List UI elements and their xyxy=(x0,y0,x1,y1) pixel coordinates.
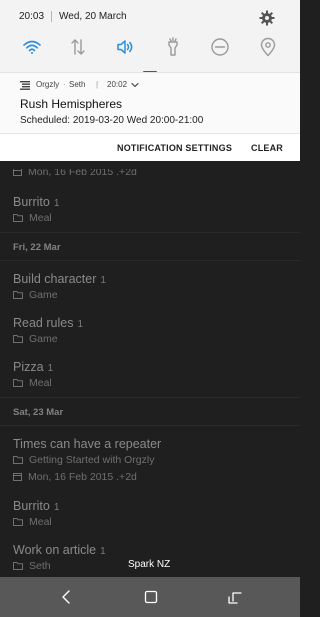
notification-app-name: Orgzly xyxy=(36,80,60,89)
clear-button[interactable]: CLEAR xyxy=(251,143,283,153)
divider xyxy=(0,232,300,233)
orgzly-notification[interactable]: Orgzly · Seth | 20:02 Rush Hemispheres S… xyxy=(0,72,300,133)
item-count: 1 xyxy=(100,275,106,286)
wifi-icon[interactable] xyxy=(22,37,42,57)
day-header: Sat, 23 Mar xyxy=(13,407,64,418)
notification-actions: NOTIFICATION SETTINGS CLEAR xyxy=(0,133,300,161)
item-book: Game xyxy=(13,333,58,345)
folder-icon xyxy=(13,291,23,299)
agenda-list: Mon, 16 Feb 2015 .+2d Burrito 1 Meal Fri,… xyxy=(0,169,300,577)
chevron-down-icon[interactable] xyxy=(131,82,139,88)
list-item-meta: Mon, 16 Feb 2015 .+2d xyxy=(13,169,137,178)
orgzly-app-icon xyxy=(20,81,30,90)
book-name: Meal xyxy=(29,516,52,528)
item-count: 1 xyxy=(100,546,106,557)
list-item[interactable]: Burrito 1 xyxy=(13,497,59,515)
status-row: 20:03 Wed, 20 March xyxy=(0,0,300,34)
list-item[interactable]: Burrito 1 xyxy=(13,193,59,211)
folder-icon xyxy=(13,456,23,464)
notification-time: 20:02 xyxy=(107,80,128,89)
item-count: 1 xyxy=(53,502,60,513)
item-title: Times can have a repeater xyxy=(13,437,162,451)
list-item[interactable]: Work on article 1 xyxy=(13,541,106,559)
notification-account: Seth xyxy=(69,80,86,89)
flashlight-icon[interactable] xyxy=(163,37,183,57)
notification-shade: 20:03 Wed, 20 March Orgzly · Seth | 20:0… xyxy=(0,0,300,161)
book-name: Getting Started with Orgzly xyxy=(29,454,155,466)
day-header: Fri, 22 Mar xyxy=(13,242,61,253)
mobile-data-icon[interactable] xyxy=(68,37,88,57)
scheduled-text: Mon, 16 Feb 2015 .+2d xyxy=(28,169,137,178)
notification-title: Rush Hemispheres xyxy=(20,97,123,111)
item-count: 1 xyxy=(53,198,60,209)
status-divider xyxy=(51,11,52,22)
notification-settings-button[interactable]: NOTIFICATION SETTINGS xyxy=(117,143,232,153)
book-name: Meal xyxy=(29,377,52,389)
item-book: Meal xyxy=(13,516,52,528)
list-item[interactable]: Pizza 1 xyxy=(13,358,53,376)
quick-settings xyxy=(0,34,300,72)
calendar-icon xyxy=(13,169,22,176)
scheduled-text: Mon, 16 Feb 2015 .+2d xyxy=(28,471,137,483)
divider xyxy=(0,397,300,398)
book-name: Game xyxy=(29,289,58,301)
item-title: Work on article xyxy=(13,543,97,557)
divider xyxy=(0,425,300,426)
folder-icon xyxy=(13,518,23,526)
item-book: Game xyxy=(13,289,58,301)
notification-separator: | xyxy=(96,80,99,89)
item-title: Pizza xyxy=(13,360,44,374)
item-title: Burrito xyxy=(13,195,50,209)
item-count: 1 xyxy=(47,363,54,374)
date: Wed, 20 March xyxy=(59,11,127,22)
item-book: Meal xyxy=(13,377,52,389)
book-name: Seth xyxy=(29,560,51,572)
list-item[interactable]: Times can have a repeater xyxy=(13,435,161,453)
folder-icon xyxy=(13,335,23,343)
book-name: Game xyxy=(29,333,58,345)
book-name: Meal xyxy=(29,212,52,224)
item-count: 1 xyxy=(77,319,84,330)
item-book: Seth xyxy=(13,560,51,572)
notification-dot-separator: · xyxy=(63,80,66,89)
carrier-label: Spark NZ xyxy=(128,559,171,570)
gear-icon[interactable] xyxy=(259,10,275,26)
location-icon[interactable] xyxy=(258,37,278,57)
item-title: Burrito xyxy=(13,499,50,513)
clock: 20:03 xyxy=(19,11,45,22)
folder-icon xyxy=(13,562,23,570)
folder-icon xyxy=(13,379,23,387)
recent-apps-icon[interactable] xyxy=(227,589,243,605)
home-icon[interactable] xyxy=(143,589,159,605)
folder-icon xyxy=(13,214,23,222)
navigation-bar xyxy=(0,577,300,617)
back-icon[interactable] xyxy=(59,589,75,605)
sound-icon[interactable] xyxy=(115,37,135,57)
divider xyxy=(0,260,300,261)
list-item[interactable]: Read rules 1 xyxy=(13,314,83,332)
item-book: Getting Started with Orgzly xyxy=(13,454,154,466)
notification-body: Scheduled: 2019-03-20 Wed 20:00-21:00 xyxy=(20,115,204,126)
item-title: Build character xyxy=(13,272,97,286)
item-title: Read rules xyxy=(13,316,74,330)
list-item[interactable]: Build character 1 xyxy=(13,270,106,288)
item-book: Meal xyxy=(13,212,52,224)
do-not-disturb-icon[interactable] xyxy=(210,37,230,57)
item-scheduled: Mon, 16 Feb 2015 .+2d xyxy=(13,471,137,483)
calendar-icon xyxy=(13,472,22,481)
